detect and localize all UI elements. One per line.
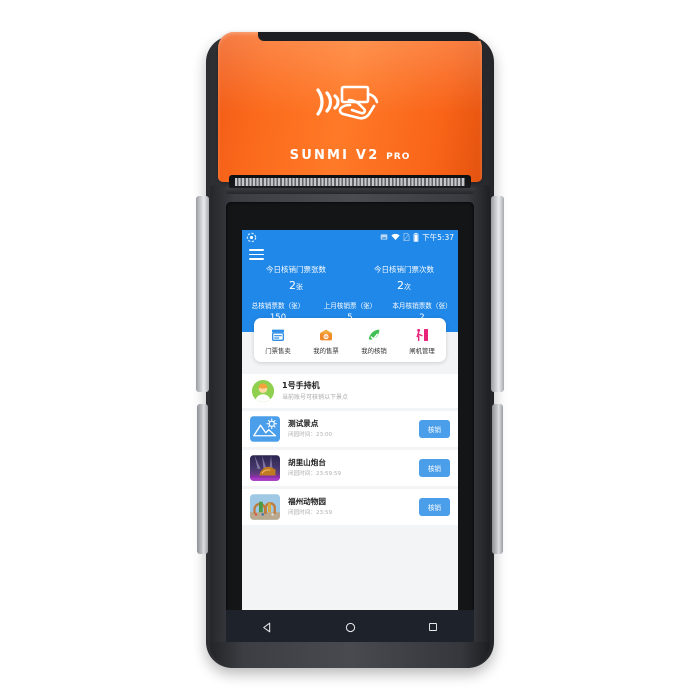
- battery-icon: [413, 232, 419, 242]
- printer-paper-slot: [229, 175, 471, 189]
- back-triangle-icon[interactable]: [261, 621, 274, 634]
- stat-value: 2次: [350, 278, 458, 295]
- brand-suffix: PRO: [386, 152, 411, 162]
- stat-number: 2: [397, 279, 404, 292]
- paper-tear-teeth: [235, 178, 465, 186]
- list-item[interactable]: 胡里山炮台 闭园时间：23:59:59 核销: [242, 450, 458, 486]
- quick-menu-label: 我的核销: [361, 346, 387, 355]
- verify-button[interactable]: 核销: [418, 459, 450, 477]
- spot-text: 测试景点 闭园时间：23:00: [288, 419, 419, 440]
- account-text: 1号手持机 当前账号可核销以下景点: [282, 380, 348, 402]
- screenshot-canvas: SUNMI V2 PRO 下午5:37 今日核销门票张数 2张 今日核销门票次数…: [0, 0, 700, 700]
- ticket-machine-icon: [254, 326, 302, 344]
- quick-menu-my-verification[interactable]: 我的核销: [350, 326, 398, 355]
- recents-square-icon[interactable]: [427, 621, 439, 633]
- fortress-night-photo: [250, 455, 280, 481]
- screenshot-icon: [380, 234, 388, 240]
- turnstile-gate-icon: [398, 326, 446, 344]
- stat-label: 总核销票数（张）: [251, 302, 305, 310]
- status-clock: 下午5:37: [422, 232, 454, 242]
- status-right-icons: 下午5:37: [380, 232, 454, 243]
- spot-close-time: 闭园时间：23:00: [288, 431, 333, 438]
- spot-text: 福州动物园 闭园时间：23:59: [288, 497, 419, 518]
- app-notification-icon: [246, 232, 257, 242]
- mountain-sun-illustration: [250, 416, 280, 442]
- status-left-icons: [246, 232, 257, 243]
- user-avatar: [252, 380, 274, 402]
- quick-menu-ticket-sale[interactable]: 门票售卖: [254, 326, 302, 355]
- spot-close-time: 闭园时间：23:59:59: [288, 470, 342, 477]
- sim-card-icon: [403, 233, 410, 241]
- quick-menu-card: 门票售卖 我的售票 我的核销 闸机管理: [254, 318, 446, 362]
- stat-unit: 张: [296, 283, 303, 291]
- spot-text: 胡里山炮台 闭园时间：23:59:59: [288, 458, 419, 479]
- list-item[interactable]: 测试景点 闭园时间：23:00 核销: [242, 411, 458, 447]
- verify-button[interactable]: 核销: [418, 498, 450, 516]
- today-stats-row: 今日核销门票张数 2张 今日核销门票次数 2次: [242, 264, 458, 295]
- list-item[interactable]: 福州动物园 闭园时间：23:59 核销: [242, 489, 458, 525]
- quick-menu-my-sales[interactable]: 我的售票: [302, 326, 350, 355]
- account-subtitle: 当前账号可核销以下景点: [282, 394, 349, 401]
- side-bumper-left: [196, 196, 209, 392]
- wallet-ticket-icon: [302, 326, 350, 344]
- stat-label: 上月核销票（张）: [323, 302, 377, 310]
- brand-name: SUNMI V2: [289, 148, 380, 163]
- stat-label: 本月核销票数（张）: [392, 302, 452, 310]
- spot-name: 福州动物园: [288, 496, 326, 506]
- android-nav-bar: [226, 610, 474, 644]
- spot-close-time: 闭园时间：23:59: [288, 509, 333, 516]
- sunmi-v2-pro-device: SUNMI V2 PRO 下午5:37 今日核销门票张数 2张 今日核销门票次数…: [196, 30, 504, 670]
- device-brand-label: SUNMI V2 PRO: [290, 148, 411, 163]
- account-name: 1号手持机: [282, 381, 320, 390]
- quick-menu-gate-management[interactable]: 闸机管理: [398, 326, 446, 355]
- side-bumper-right: [491, 196, 504, 392]
- spot-list: 测试景点 闭园时间：23:00 核销 胡里山炮台 闭园时间：23:59:59 核…: [242, 408, 458, 610]
- spot-name: 测试景点: [288, 418, 319, 428]
- device-chin: [210, 642, 490, 668]
- printer-slot-lip: [225, 188, 475, 194]
- printer-lid[interactable]: SUNMI V2 PRO: [218, 32, 482, 182]
- quick-menu-label: 我的售票: [313, 346, 339, 355]
- side-grip-left: [197, 404, 208, 554]
- side-grip-right: [492, 404, 503, 554]
- quick-menu-label: 门票售卖: [265, 346, 291, 355]
- verify-button[interactable]: 核销: [418, 420, 450, 438]
- stat-label: 今日核销门票张数: [266, 265, 326, 274]
- wifi-icon: [391, 233, 400, 240]
- zoo-gate-photo: [250, 494, 280, 520]
- quick-menu-label: 闸机管理: [409, 346, 435, 355]
- stat-today-tickets: 今日核销门票张数 2张: [242, 264, 350, 295]
- stat-today-times: 今日核销门票次数 2次: [350, 264, 458, 295]
- stat-number: 2: [289, 279, 296, 292]
- lid-hinge: [258, 32, 482, 41]
- spot-name: 胡里山炮台: [288, 457, 326, 467]
- stat-value: 2张: [242, 278, 350, 295]
- touchscreen[interactable]: 下午5:37 今日核销门票张数 2张 今日核销门票次数 2次 总核销票数（张）: [242, 230, 458, 610]
- android-status-bar: 下午5:37: [242, 230, 458, 244]
- quick-menu-wrap: 门票售卖 我的售票 我的核销 闸机管理: [242, 318, 458, 372]
- account-row[interactable]: 1号手持机 当前账号可核销以下景点: [242, 374, 458, 408]
- check-leaf-icon: [350, 326, 398, 344]
- hamburger-menu-icon[interactable]: [249, 249, 264, 260]
- home-circle-icon[interactable]: [344, 621, 357, 634]
- stat-unit: 次: [404, 283, 411, 291]
- contactless-nfc-icon: [302, 78, 398, 126]
- stat-label: 今日核销门票次数: [374, 265, 434, 274]
